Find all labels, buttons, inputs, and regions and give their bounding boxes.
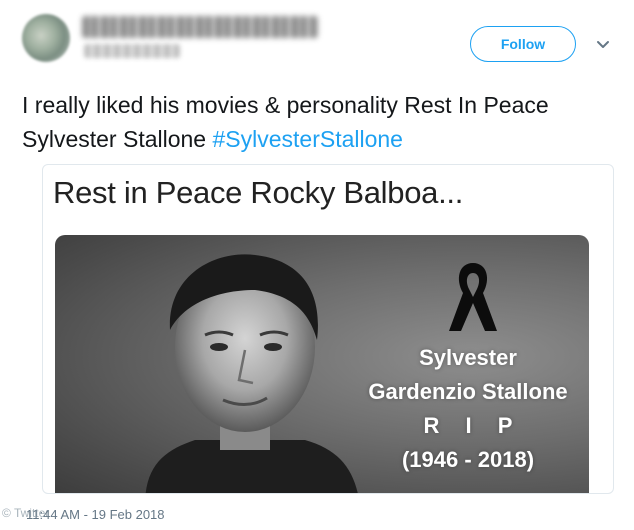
memorial-text: Sylvester Gardenzio Stallone R I P (1946… bbox=[353, 341, 583, 477]
tweet-timestamp[interactable]: 11:44 AM - 19 Feb 2018 bbox=[26, 507, 165, 522]
tweet-text: I really liked his movies & personality … bbox=[22, 88, 612, 156]
chevron-down-icon[interactable] bbox=[596, 38, 610, 52]
overlay-line-rip: R I P bbox=[423, 413, 523, 438]
media-card[interactable]: Rest in Peace Rocky Balboa... Sylvester … bbox=[42, 164, 614, 494]
username-blurred bbox=[84, 44, 180, 58]
avatar[interactable] bbox=[22, 14, 70, 62]
follow-button[interactable]: Follow bbox=[470, 26, 576, 62]
portrait-image bbox=[145, 254, 358, 493]
overlay-line-years: (1946 - 2018) bbox=[401, 447, 535, 472]
hashtag-link[interactable]: #SylvesterStallone bbox=[212, 126, 403, 152]
card-title: Rest in Peace Rocky Balboa... bbox=[53, 175, 464, 210]
mourning-ribbon-icon bbox=[449, 263, 497, 331]
overlay-line-full-name: Gardenzio Stallone bbox=[368, 379, 568, 404]
display-name-blurred[interactable] bbox=[82, 16, 318, 38]
memorial-photo[interactable]: Sylvester Gardenzio Stallone R I P (1946… bbox=[55, 235, 589, 493]
overlay-line-first-name: Sylvester bbox=[419, 345, 517, 370]
